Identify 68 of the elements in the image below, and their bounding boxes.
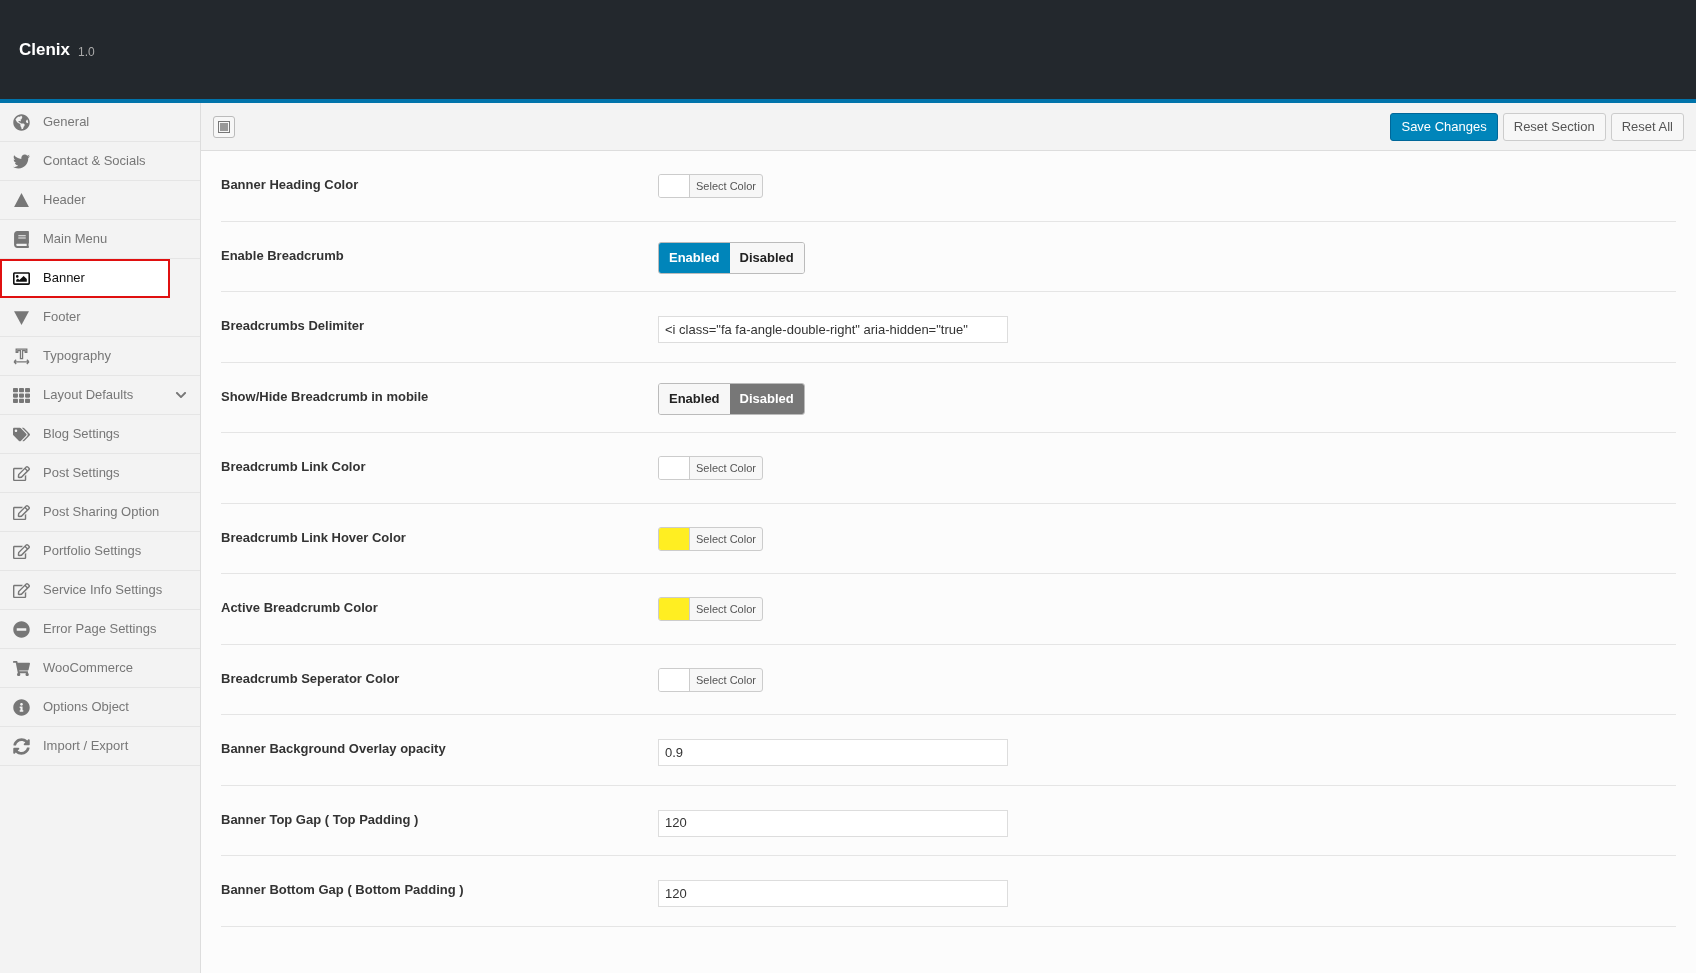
disable-option[interactable]: Disabled — [729, 383, 804, 414]
edit-icon — [13, 464, 30, 482]
enable-option[interactable]: Enabled — [659, 242, 730, 273]
edit-icon — [13, 581, 30, 599]
setting-label: Banner Top Gap ( Top Padding ) — [221, 810, 420, 829]
setting-label: Banner Heading Color — [221, 176, 360, 194]
refresh-icon — [13, 737, 30, 755]
sidebar-item[interactable]: Options Object — [0, 688, 200, 727]
select-color-label: Select Color — [695, 531, 757, 547]
text-input[interactable]: 120 — [658, 809, 1008, 837]
sidebar-item[interactable]: Post Settings — [0, 454, 200, 493]
sidebar-item[interactable]: Header — [0, 181, 200, 220]
bird-icon — [13, 152, 30, 170]
setting-label: Show/Hide Breadcrumb in mobile — [221, 387, 430, 406]
setting-label: Breadcrumbs Delimiter — [221, 317, 366, 335]
sidebar-item[interactable]: WooCommerce — [0, 649, 200, 688]
select-color-label: Select Color — [695, 179, 757, 194]
grid-icon — [13, 386, 30, 404]
text-input[interactable]: <i class="fa fa-angle-double-right" aria-hidden="true" — [658, 316, 1008, 343]
select-color-label: Select Color — [695, 602, 757, 617]
chevron-down-icon[interactable] — [175, 389, 187, 401]
sidebar-item[interactable]: Layout Defaults — [0, 376, 200, 415]
book-icon — [13, 230, 30, 248]
color-picker[interactable]: Select Color — [658, 667, 763, 692]
sidebar-item[interactable]: Error Page Settings — [0, 610, 200, 649]
app-version: 1.0 — [78, 43, 95, 61]
sidebar-item[interactable]: Banner — [0, 259, 170, 298]
setting-label: Banner Background Overlay opacity — [221, 740, 447, 758]
sidebar-item[interactable]: Typography — [0, 337, 200, 376]
enable-option[interactable]: Enabled — [659, 383, 730, 414]
color-picker[interactable]: Select Color — [658, 526, 763, 551]
disable-option[interactable]: Disabled — [729, 242, 804, 273]
triangle-icon — [13, 191, 30, 209]
tags-icon — [13, 425, 30, 443]
reset-button[interactable]: Reset All — [1610, 112, 1684, 141]
color-picker[interactable]: Select Color — [658, 174, 763, 198]
sidebar-item[interactable]: Post Sharing Option — [0, 493, 200, 532]
color-picker[interactable]: Select Color — [658, 597, 763, 621]
sidebar-item[interactable]: Import / Export — [0, 727, 200, 766]
setting-label: Active Breadcrumb Color — [221, 599, 379, 617]
triangle-down-icon — [13, 308, 30, 326]
edit-icon — [13, 503, 30, 521]
sidebar-item[interactable]: Portfolio Settings — [0, 532, 200, 571]
globe-icon — [13, 113, 30, 131]
layout-toggle-icon[interactable] — [213, 115, 235, 138]
select-color-label: Select Color — [695, 461, 757, 476]
select-color-label: Select Color — [695, 672, 757, 688]
sidebar-item[interactable]: Service Info Settings — [0, 571, 200, 610]
save-button[interactable]: Save Changes — [1390, 112, 1498, 141]
color-picker[interactable]: Select Color — [658, 456, 763, 480]
reset-button[interactable]: Reset Section — [1502, 112, 1606, 141]
text-input[interactable]: 120 — [658, 880, 1008, 907]
image-icon — [13, 269, 30, 287]
cart-icon — [13, 659, 30, 677]
setting-label: Breadcrumb Seperator Color — [221, 669, 401, 688]
setting-label: Breadcrumb Link Hover Color — [221, 528, 407, 547]
setting-label: Breadcrumb Link Color — [221, 458, 367, 476]
text-height-icon — [13, 347, 30, 365]
edit-icon — [13, 542, 30, 560]
setting-label: Banner Bottom Gap ( Bottom Padding ) — [221, 881, 465, 899]
app-title: Clenix — [19, 38, 71, 61]
info-icon — [13, 698, 30, 716]
sidebar-item[interactable]: General — [0, 103, 200, 142]
sidebar-item[interactable]: Footer — [0, 298, 200, 337]
sidebar-item[interactable]: Blog Settings — [0, 415, 200, 454]
sidebar-item[interactable]: Contact & Socials — [0, 142, 200, 181]
text-input[interactable]: 0.9 — [658, 739, 1008, 766]
setting-label: Enable Breadcrumb — [221, 246, 345, 265]
